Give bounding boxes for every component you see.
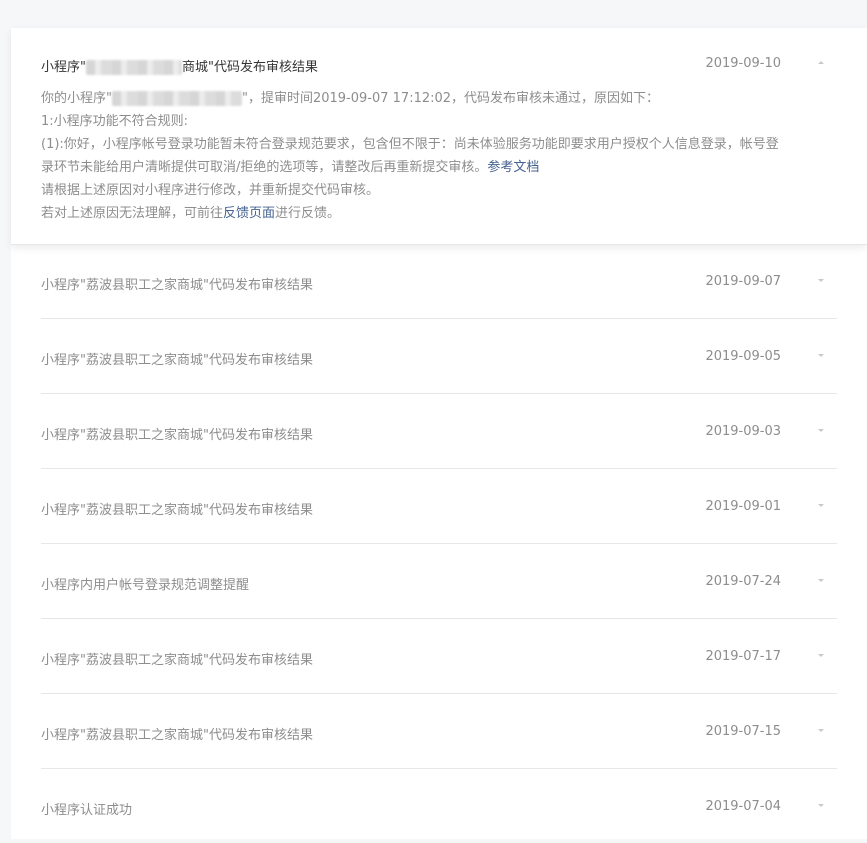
message-expanded[interactable]: 小程序" 商城"代码发布审核结果 2019-09-10 你的小程序" "，提审时间2… <box>11 28 867 245</box>
chevron-down-icon[interactable] <box>818 279 824 282</box>
message-row[interactable]: 小程序"荔波县职工之家商城"代码发布审核结果 2019-09-05 <box>41 319 837 394</box>
reference-doc-link[interactable]: 参考文档 <box>487 160 539 175</box>
redacted-name <box>85 60 182 75</box>
message-date: 2019-09-03 <box>705 424 781 439</box>
message-date: 2019-07-17 <box>705 649 781 664</box>
chevron-down-icon[interactable] <box>818 729 824 732</box>
message-body: 你的小程序" "，提审时间2019-09-07 17:12:02，代码发布审核未通… <box>41 87 781 225</box>
chevron-down-icon[interactable] <box>818 429 824 432</box>
title-suffix: 商城"代码发布审核结果 <box>181 60 318 75</box>
message-title: 小程序认证成功 <box>41 803 133 818</box>
message-title: 小程序"荔波县职工之家商城"代码发布审核结果 <box>41 653 313 668</box>
body-line-4: 请根据上述原因对小程序进行修改，并重新提交代码审核。 <box>41 183 380 198</box>
message-title: 小程序"荔波县职工之家商城"代码发布审核结果 <box>41 428 313 443</box>
body-line-5: 若对上述原因无法理解，可前往反馈页面进行反馈。 <box>41 206 341 221</box>
message-date: 2019-09-07 <box>705 274 781 289</box>
body-line-2: 1:小程序功能不符合规则: <box>41 114 189 129</box>
message-row[interactable]: 小程序内用户帐号登录规范调整提醒 2019-07-24 <box>41 544 837 619</box>
message-row[interactable]: 小程序"荔波县职工之家商城"代码发布审核结果 2019-07-15 <box>41 694 837 769</box>
chevron-down-icon[interactable] <box>818 504 824 507</box>
message-row[interactable]: 小程序"荔波县职工之家商城"代码发布审核结果 2019-09-01 <box>41 469 837 544</box>
title-prefix: 小程序" <box>41 60 86 75</box>
message-title[interactable]: 小程序" 商城"代码发布审核结果 <box>41 56 318 75</box>
message-date: 2019-07-04 <box>705 799 781 814</box>
body-line-1: 你的小程序" "，提审时间2019-09-07 17:12:02，代码发布审核未通… <box>41 91 660 106</box>
message-title: 小程序"荔波县职工之家商城"代码发布审核结果 <box>41 728 313 743</box>
message-row[interactable]: 小程序认证成功 2019-07-04 <box>41 769 837 843</box>
message-date: 2019-09-01 <box>705 499 781 514</box>
message-title: 小程序"荔波县职工之家商城"代码发布审核结果 <box>41 353 313 368</box>
message-row[interactable]: 小程序"荔波县职工之家商城"代码发布审核结果 2019-09-07 <box>41 244 837 319</box>
message-title: 小程序内用户帐号登录规范调整提醒 <box>41 578 250 593</box>
chevron-down-icon[interactable] <box>818 804 824 807</box>
message-date: 2019-09-10 <box>705 56 781 71</box>
message-row[interactable]: 小程序"荔波县职工之家商城"代码发布审核结果 2019-09-03 <box>41 394 837 469</box>
message-title: 小程序"荔波县职工之家商城"代码发布审核结果 <box>41 278 313 293</box>
chevron-up-icon[interactable] <box>818 61 824 64</box>
message-row[interactable]: 小程序"荔波县职工之家商城"代码发布审核结果 2019-07-17 <box>41 619 837 694</box>
message-list: 小程序"荔波县职工之家商城"代码发布审核结果 2019-09-07 小程序"荔波… <box>41 244 837 843</box>
chevron-down-icon[interactable] <box>818 354 824 357</box>
feedback-page-link[interactable]: 反馈页面 <box>223 206 275 221</box>
message-title: 小程序"荔波县职工之家商城"代码发布审核结果 <box>41 503 313 518</box>
message-date: 2019-09-05 <box>705 349 781 364</box>
message-panel: 小程序" 商城"代码发布审核结果 2019-09-10 你的小程序" "，提审时间2… <box>11 28 867 839</box>
message-date: 2019-07-15 <box>705 724 781 739</box>
redacted-name <box>111 91 242 106</box>
message-date: 2019-07-24 <box>705 574 781 589</box>
chevron-down-icon[interactable] <box>818 654 824 657</box>
chevron-down-icon[interactable] <box>818 579 824 582</box>
body-line-3: (1):你好，小程序帐号登录功能暂未符合登录规范要求，包含但不限于：尚未体验服务… <box>41 137 779 175</box>
